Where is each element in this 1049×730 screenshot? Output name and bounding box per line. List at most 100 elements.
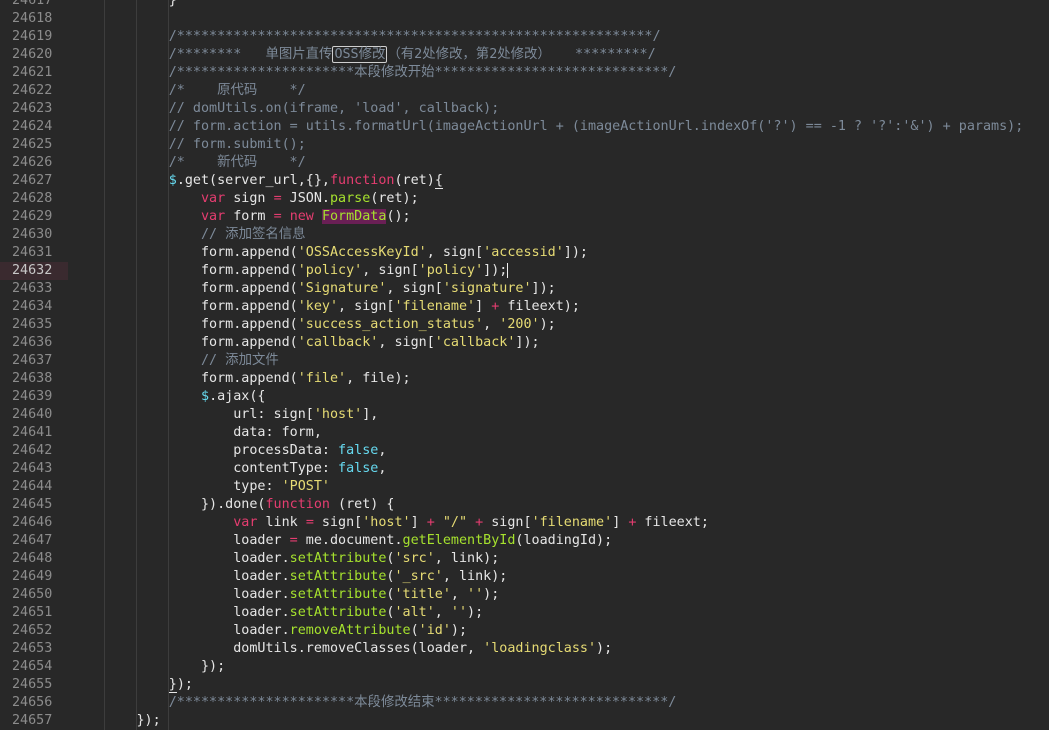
line-number[interactable]: 24634: [0, 298, 68, 316]
code-text[interactable]: $.get(server_url,{},function(ret){: [72, 172, 443, 190]
code-line[interactable]: 24657 });: [0, 712, 1049, 730]
code-line[interactable]: 24644 type: 'POST': [0, 478, 1049, 496]
code-line[interactable]: 24622 /* 原代码 */: [0, 82, 1049, 100]
code-line[interactable]: 24638 form.append('file', file);: [0, 370, 1049, 388]
code-text[interactable]: });: [72, 676, 193, 694]
line-number[interactable]: 24655: [0, 676, 68, 694]
code-text[interactable]: loader.setAttribute('_src', link);: [72, 568, 507, 586]
code-text[interactable]: form.append('policy', sign['policy']);: [72, 262, 509, 280]
line-number[interactable]: 24627: [0, 172, 68, 190]
code-line[interactable]: 24647 loader = me.document.getElementByI…: [0, 532, 1049, 550]
line-number[interactable]: 24645: [0, 496, 68, 514]
code-text[interactable]: });: [72, 658, 225, 676]
code-text[interactable]: // 添加文件: [72, 352, 279, 370]
code-line[interactable]: 24625 // form.submit();: [0, 136, 1049, 154]
line-number[interactable]: 24620: [0, 46, 68, 64]
line-number[interactable]: 24638: [0, 370, 68, 388]
line-number[interactable]: 24641: [0, 424, 68, 442]
code-text[interactable]: }).done(function (ret) {: [72, 496, 395, 514]
line-number[interactable]: 24636: [0, 334, 68, 352]
code-text[interactable]: data: form,: [72, 424, 322, 442]
code-line[interactable]: 24641 data: form,: [0, 424, 1049, 442]
code-line[interactable]: 24655 });: [0, 676, 1049, 694]
line-number[interactable]: 24640: [0, 406, 68, 424]
code-line[interactable]: 24645 }).done(function (ret) {: [0, 496, 1049, 514]
code-line[interactable]: 24628 var sign = JSON.parse(ret);: [0, 190, 1049, 208]
code-line[interactable]: 24648 loader.setAttribute('src', link);: [0, 550, 1049, 568]
line-number[interactable]: 24642: [0, 442, 68, 460]
line-number[interactable]: 24618: [0, 10, 68, 28]
code-text[interactable]: /***************************************…: [72, 28, 661, 46]
code-text[interactable]: var form = new FormData();: [72, 208, 411, 226]
code-text[interactable]: // domUtils.on(iframe, 'load', callback)…: [72, 100, 500, 118]
code-text[interactable]: type: 'POST': [72, 478, 330, 496]
code-text[interactable]: var link = sign['host'] + "/" + sign['fi…: [72, 514, 709, 532]
line-number[interactable]: 24625: [0, 136, 68, 154]
code-line[interactable]: 24633 form.append('Signature', sign['sig…: [0, 280, 1049, 298]
code-line[interactable]: 24651 loader.setAttribute('alt', '');: [0, 604, 1049, 622]
code-text[interactable]: // form.submit();: [72, 136, 306, 154]
code-line[interactable]: 24653 domUtils.removeClasses(loader, 'lo…: [0, 640, 1049, 658]
line-number[interactable]: 24632: [0, 262, 68, 280]
code-text[interactable]: form.append('OSSAccessKeyId', sign['acce…: [72, 244, 588, 262]
code-line[interactable]: 24618: [0, 10, 1049, 28]
line-number[interactable]: 24643: [0, 460, 68, 478]
code-line[interactable]: 24631 form.append('OSSAccessKeyId', sign…: [0, 244, 1049, 262]
line-number[interactable]: 24647: [0, 532, 68, 550]
code-line[interactable]: 24632 form.append('policy', sign['policy…: [0, 262, 1049, 280]
code-text[interactable]: contentType: false,: [72, 460, 386, 478]
code-line[interactable]: 24619 /*********************************…: [0, 28, 1049, 46]
code-text[interactable]: form.append('file', file);: [72, 370, 411, 388]
code-text[interactable]: loader.removeAttribute('id');: [72, 622, 467, 640]
line-number[interactable]: 24653: [0, 640, 68, 658]
line-number[interactable]: 24621: [0, 64, 68, 82]
line-number[interactable]: 24619: [0, 28, 68, 46]
code-line[interactable]: 24634 form.append('key', sign['filename'…: [0, 298, 1049, 316]
line-number[interactable]: 24628: [0, 190, 68, 208]
code-line[interactable]: 24652 loader.removeAttribute('id');: [0, 622, 1049, 640]
code-line[interactable]: 24627 $.get(server_url,{},function(ret){: [0, 172, 1049, 190]
code-line[interactable]: 24656 /**********************本段修改结束*****…: [0, 694, 1049, 712]
code-text[interactable]: /* 新代码 */: [72, 154, 306, 172]
code-text[interactable]: /* 原代码 */: [72, 82, 306, 100]
code-line[interactable]: 24646 var link = sign['host'] + "/" + si…: [0, 514, 1049, 532]
line-number[interactable]: 24624: [0, 118, 68, 136]
line-number[interactable]: 24639: [0, 388, 68, 406]
code-text[interactable]: // form.action = utils.formatUrl(imageAc…: [72, 118, 1024, 136]
line-number[interactable]: 24646: [0, 514, 68, 532]
code-text[interactable]: url: sign['host'],: [72, 406, 378, 424]
line-number[interactable]: 24637: [0, 352, 68, 370]
line-number[interactable]: 24630: [0, 226, 68, 244]
code-line[interactable]: 24621 /**********************本段修改开始*****…: [0, 64, 1049, 82]
code-line[interactable]: 24629 var form = new FormData();: [0, 208, 1049, 226]
line-number[interactable]: 24649: [0, 568, 68, 586]
code-line[interactable]: 24650 loader.setAttribute('title', '');: [0, 586, 1049, 604]
code-line[interactable]: 24624 // form.action = utils.formatUrl(i…: [0, 118, 1049, 136]
code-text[interactable]: loader.setAttribute('alt', '');: [72, 604, 483, 622]
code-line[interactable]: 24640 url: sign['host'],: [0, 406, 1049, 424]
code-editor[interactable]: 24617 } 24618 24619 /*********************…: [0, 0, 1049, 730]
code-line[interactable]: 24636 form.append('callback', sign['call…: [0, 334, 1049, 352]
code-line[interactable]: 24617 }: [0, 0, 1049, 10]
line-number[interactable]: 24626: [0, 154, 68, 172]
line-number[interactable]: 24657: [0, 712, 68, 730]
line-number[interactable]: 24635: [0, 316, 68, 334]
code-text[interactable]: domUtils.removeClasses(loader, 'loadingc…: [72, 640, 612, 658]
code-line[interactable]: 24654 });: [0, 658, 1049, 676]
code-text[interactable]: // 添加签名信息: [72, 226, 306, 244]
line-number[interactable]: 24656: [0, 694, 68, 712]
code-text[interactable]: $.ajax({: [72, 388, 266, 406]
code-line[interactable]: 24626 /* 新代码 */: [0, 154, 1049, 172]
line-number[interactable]: 24622: [0, 82, 68, 100]
line-number[interactable]: 24629: [0, 208, 68, 226]
code-line[interactable]: 24643 contentType: false,: [0, 460, 1049, 478]
code-line[interactable]: 24639 $.ajax({: [0, 388, 1049, 406]
code-text[interactable]: form.append('success_action_status', '20…: [72, 316, 556, 334]
code-text[interactable]: var sign = JSON.parse(ret);: [72, 190, 419, 208]
line-number[interactable]: 24648: [0, 550, 68, 568]
code-text[interactable]: processData: false,: [72, 442, 386, 460]
code-line[interactable]: 24635 form.append('success_action_status…: [0, 316, 1049, 334]
line-number[interactable]: 24651: [0, 604, 68, 622]
code-line[interactable]: 24637 // 添加文件: [0, 352, 1049, 370]
code-text[interactable]: loader = me.document.getElementById(load…: [72, 532, 612, 550]
